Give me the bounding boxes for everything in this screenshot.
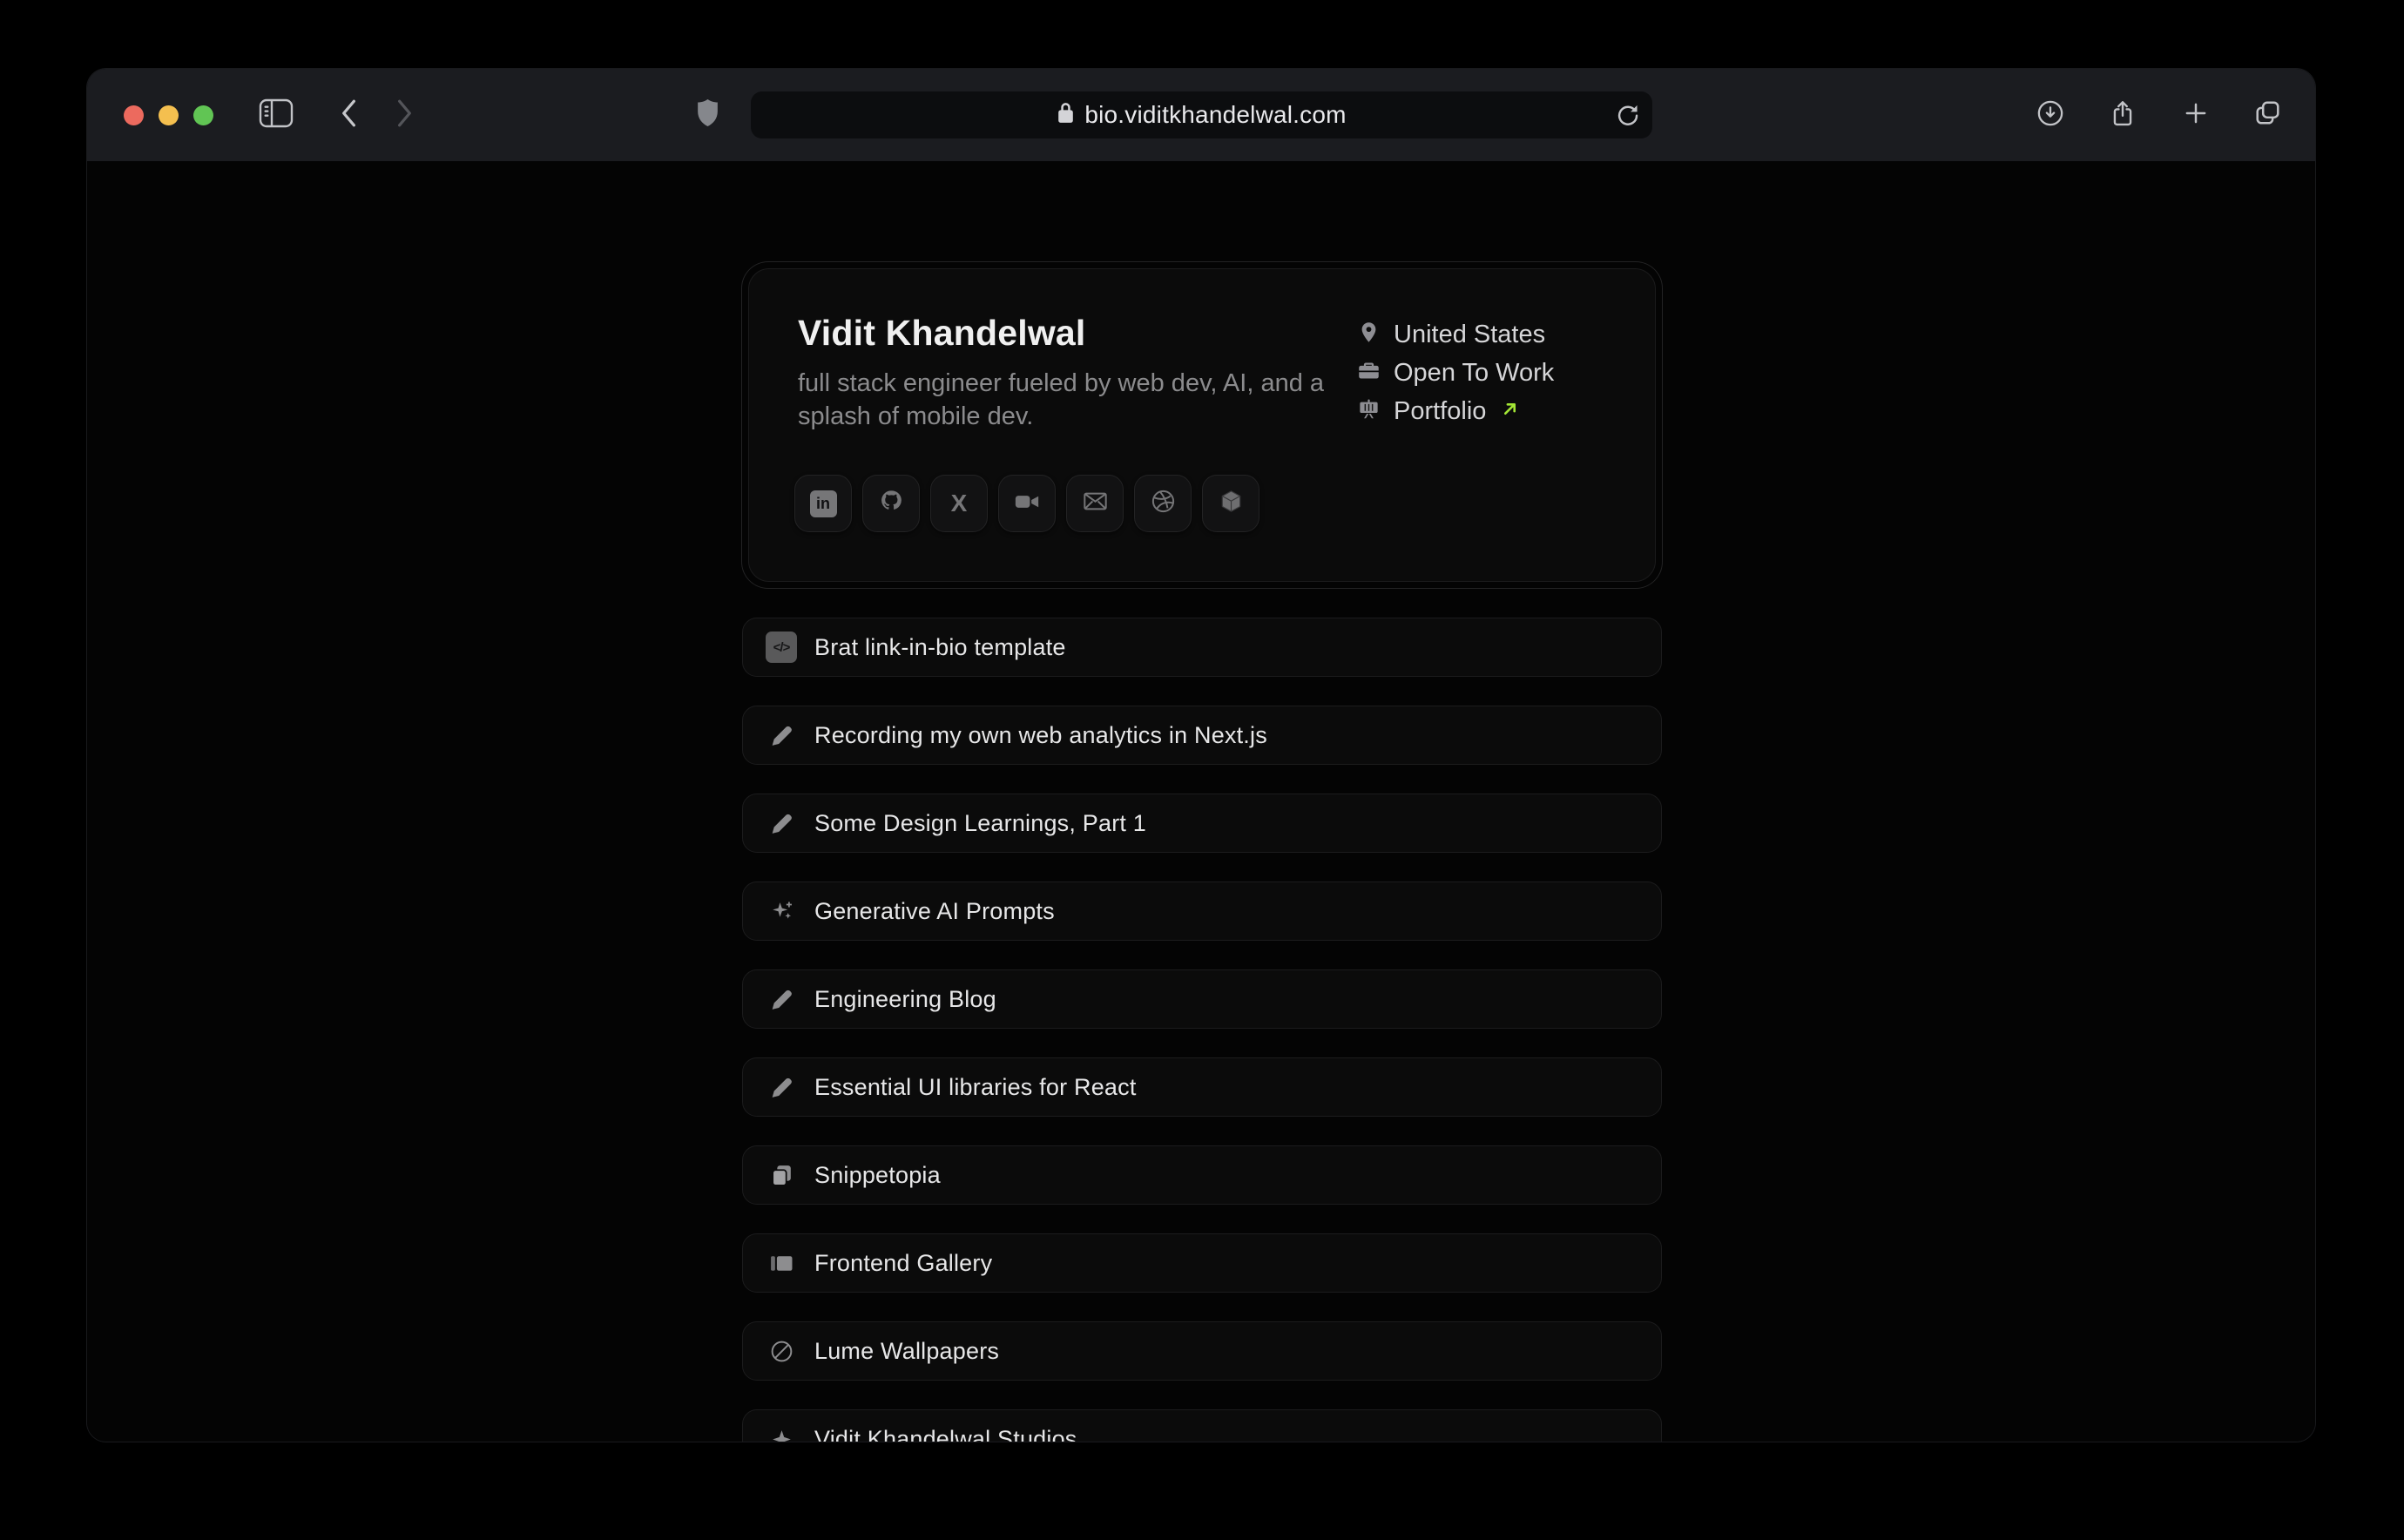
link-card[interactable]: Snippetopia — [742, 1145, 1662, 1205]
minimize-window-button[interactable] — [159, 105, 179, 125]
dribbble-icon — [1150, 488, 1177, 519]
link-list: </> Brat link-in-bio template Recording … — [742, 618, 1662, 1442]
link-card[interactable]: Generative AI Prompts — [742, 881, 1662, 941]
lock-icon — [1057, 101, 1075, 129]
link-label: Snippetopia — [814, 1162, 941, 1189]
plus-icon — [2183, 100, 2209, 131]
browser-window: bio.viditkhandelwal.com Vidit Khandelwal… — [87, 69, 2315, 1442]
profile-detail-row: Portfolio — [1357, 398, 1554, 424]
linkedin-icon: in — [810, 490, 837, 517]
social-link-button[interactable]: in — [794, 475, 852, 532]
share-icon — [2109, 98, 2137, 132]
easel-icon — [1357, 397, 1381, 425]
gallery-icon — [765, 1246, 798, 1280]
x-icon: X — [951, 490, 968, 517]
link-card[interactable]: Frontend Gallery — [742, 1233, 1662, 1293]
link-label: Some Design Learnings, Part 1 — [814, 810, 1146, 837]
sidebar-toggle-icon — [259, 98, 294, 132]
link-label: Recording my own web analytics in Next.j… — [814, 722, 1267, 749]
social-link-button[interactable] — [862, 475, 920, 532]
link-label: Frontend Gallery — [814, 1250, 992, 1277]
profile-details: United States Open To Work Portfolio — [1357, 321, 1554, 424]
link-card[interactable]: </> Brat link-in-bio template — [742, 618, 1662, 677]
tab-overview-icon — [2253, 98, 2282, 132]
address-bar[interactable]: bio.viditkhandelwal.com — [751, 91, 1652, 138]
link-label: Vidit Khandelwal Studios — [814, 1426, 1077, 1442]
copy-icon — [765, 1158, 798, 1192]
link-card[interactable]: Vidit Khandelwal Studios — [742, 1409, 1662, 1442]
star-icon — [765, 1422, 798, 1442]
map-pin-icon — [1357, 321, 1381, 348]
profile-detail-label[interactable]: Portfolio — [1394, 397, 1486, 426]
forward-button[interactable] — [395, 69, 415, 161]
social-link-button[interactable] — [998, 475, 1056, 532]
link-label: Lume Wallpapers — [814, 1338, 999, 1365]
video-icon — [1013, 488, 1041, 520]
social-link-button[interactable]: X — [930, 475, 988, 532]
pencil-icon — [765, 1071, 798, 1104]
profile-bio: full stack engineer fueled by web dev, A… — [798, 367, 1355, 433]
link-label: Engineering Blog — [814, 986, 996, 1013]
back-icon — [339, 98, 358, 132]
pencil-icon — [765, 807, 798, 840]
profile-detail-row: Open To Work — [1357, 360, 1554, 386]
social-links: in X — [794, 475, 1259, 532]
profile-name: Vidit Khandelwal — [798, 313, 1086, 354]
link-label: Generative AI Prompts — [814, 898, 1055, 925]
screenshot-background: bio.viditkhandelwal.com Vidit Khandelwal… — [0, 0, 2404, 1540]
profile-card: Vidit Khandelwal full stack engineer fue… — [742, 262, 1662, 588]
link-card[interactable]: Essential UI libraries for React — [742, 1057, 1662, 1117]
link-card[interactable]: Engineering Blog — [742, 969, 1662, 1029]
sidebar-toggle-button[interactable] — [259, 69, 294, 161]
refresh-button[interactable] — [1614, 102, 1640, 132]
social-link-button[interactable] — [1066, 475, 1124, 532]
link-card[interactable]: Some Design Learnings, Part 1 — [742, 794, 1662, 853]
external-arrow-icon — [1499, 398, 1521, 424]
pencil-icon — [765, 719, 798, 752]
link-card[interactable]: Lume Wallpapers — [742, 1321, 1662, 1381]
downloads-button[interactable] — [2036, 69, 2064, 161]
zoom-window-button[interactable] — [193, 105, 213, 125]
code-brat-icon: </> — [765, 631, 798, 664]
profile-detail-row: United States — [1357, 321, 1554, 348]
link-label: Essential UI libraries for React — [814, 1074, 1137, 1101]
link-card[interactable]: Recording my own web analytics in Next.j… — [742, 706, 1662, 765]
traffic-lights — [124, 105, 213, 125]
new-tab-button[interactable] — [2182, 69, 2210, 161]
cube-icon — [1218, 488, 1245, 519]
github-icon — [877, 488, 905, 520]
briefcase-icon — [1357, 359, 1381, 387]
forward-icon — [395, 98, 415, 132]
privacy-shield-icon — [696, 98, 719, 132]
profile-detail-label[interactable]: Open To Work — [1394, 359, 1554, 388]
link-label: Brat link-in-bio template — [814, 634, 1066, 661]
pencil-icon — [765, 983, 798, 1016]
circle-slash-icon — [765, 1334, 798, 1368]
share-button[interactable] — [2109, 69, 2137, 161]
sparkles-icon — [765, 895, 798, 928]
email-icon — [1082, 488, 1109, 519]
url-text: bio.viditkhandelwal.com — [1084, 101, 1346, 129]
downloads-icon — [2036, 99, 2064, 132]
social-link-button[interactable] — [1202, 475, 1259, 532]
social-link-button[interactable] — [1134, 475, 1192, 532]
tab-overview-button[interactable] — [2252, 69, 2282, 161]
close-window-button[interactable] — [124, 105, 144, 125]
browser-toolbar: bio.viditkhandelwal.com — [87, 69, 2315, 161]
back-button[interactable] — [338, 69, 359, 161]
profile-detail-label[interactable]: United States — [1394, 321, 1545, 349]
privacy-report-button[interactable] — [696, 69, 719, 161]
page-content: Vidit Khandelwal full stack engineer fue… — [87, 161, 2315, 1442]
